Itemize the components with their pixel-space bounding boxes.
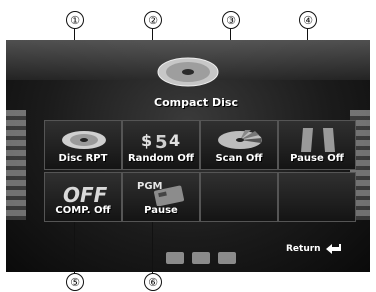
empty-slot-2: [278, 172, 356, 222]
left-side-decoration: [6, 110, 26, 220]
disc-repeat-button[interactable]: Disc RPT: [44, 120, 122, 170]
random-button[interactable]: $ 5 4 Random Off: [122, 120, 200, 170]
callout-4: ④: [299, 11, 317, 29]
bottom-decoration: [166, 252, 236, 264]
random-label: Random Off: [127, 153, 195, 164]
source-label: Compact Disc: [154, 96, 238, 109]
callout-1: ①: [66, 11, 84, 29]
callout-2: ②: [144, 11, 162, 29]
scan-label: Scan Off: [215, 153, 263, 164]
comp-button[interactable]: OFF COMP. Off: [44, 172, 122, 222]
scan-icon: [218, 130, 262, 149]
callout-3: ③: [222, 11, 240, 29]
cd-function-screen: Compact Disc Disc RPT $ 5 4 Random Off S…: [6, 40, 370, 272]
comp-icon: OFF: [63, 183, 108, 206]
empty-slot-1: [200, 172, 278, 222]
pause-icon: [301, 128, 335, 152]
callout-5-leader: [74, 222, 76, 273]
pause-off-label: Pause Off: [290, 153, 344, 164]
callout-6-leader: [152, 222, 154, 273]
pgm-pause-button[interactable]: PGM Pause: [122, 172, 200, 222]
comp-label: COMP. Off: [55, 205, 111, 216]
return-button[interactable]: Return: [286, 241, 358, 257]
svg-text:4: 4: [169, 131, 180, 150]
svg-text:5: 5: [155, 132, 168, 153]
callout-5: ⑤: [66, 273, 84, 291]
pgm-pause-label: Pause: [144, 205, 178, 216]
svg-text:OFF: OFF: [63, 183, 108, 206]
pause-off-button[interactable]: Pause Off: [278, 120, 356, 170]
disc-repeat-label: Disc RPT: [58, 153, 108, 164]
callout-6: ⑥: [144, 273, 162, 291]
scan-button[interactable]: Scan Off: [200, 120, 278, 170]
disc-repeat-icon: [62, 131, 106, 149]
compact-disc-icon: [157, 57, 219, 87]
return-label: Return: [286, 244, 321, 254]
svg-text:$: $: [141, 131, 152, 150]
random-icon: $ 5 4: [141, 131, 180, 153]
return-arrow-icon: [325, 244, 341, 254]
pgm-pause-icon: PGM: [137, 181, 184, 206]
